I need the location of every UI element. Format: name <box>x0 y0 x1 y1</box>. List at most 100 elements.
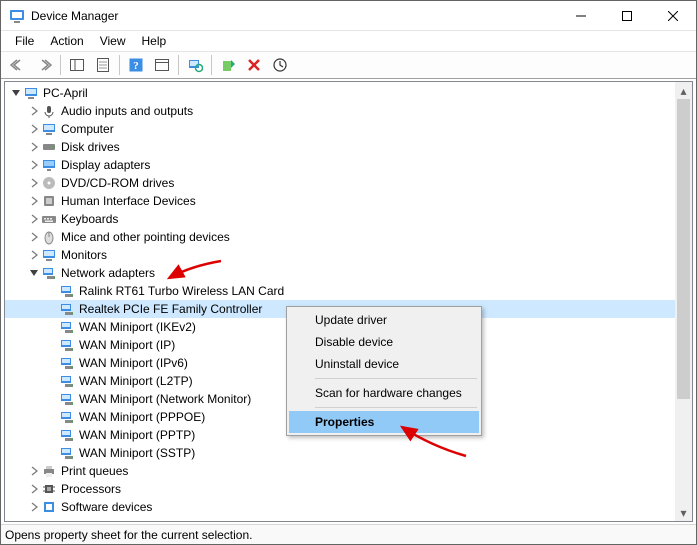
expand-icon[interactable] <box>27 160 41 170</box>
menu-action[interactable]: Action <box>42 32 91 50</box>
expand-icon[interactable] <box>27 502 41 512</box>
tree-category-label: Mice and other pointing devices <box>61 228 230 246</box>
computer-icon <box>23 85 39 101</box>
app-icon <box>9 8 25 24</box>
tree-device-label: WAN Miniport (PPPOE) <box>79 408 205 426</box>
tree-category[interactable]: Human Interface Devices <box>5 192 675 210</box>
minimize-button[interactable] <box>558 1 604 31</box>
ctx-separator <box>315 407 477 408</box>
tree-category[interactable]: Software devices <box>5 498 675 516</box>
scan-hardware-button[interactable] <box>183 53 207 77</box>
tree-device[interactable]: WAN Miniport (SSTP) <box>5 444 675 462</box>
collapse-icon[interactable] <box>27 268 41 278</box>
scrollbar-thumb[interactable] <box>677 99 690 399</box>
update-driver-button[interactable] <box>268 53 292 77</box>
titlebar: Device Manager <box>1 1 696 31</box>
tree-device-label: Realtek PCIe FE Family Controller <box>79 300 262 318</box>
tree-category[interactable]: DVD/CD-ROM drives <box>5 174 675 192</box>
tree-device-label: WAN Miniport (PPTP) <box>79 426 195 444</box>
tree-device-label: WAN Miniport (L2TP) <box>79 372 193 390</box>
expand-icon[interactable] <box>27 178 41 188</box>
tree-category-label: Monitors <box>61 246 107 264</box>
close-button[interactable] <box>650 1 696 31</box>
tree-category[interactable]: Computer <box>5 120 675 138</box>
maximize-button[interactable] <box>604 1 650 31</box>
tree-category[interactable]: Display adapters <box>5 156 675 174</box>
tree-category-label: Human Interface Devices <box>61 192 196 210</box>
network-icon <box>59 337 75 353</box>
statusbar: Opens property sheet for the current sel… <box>1 524 696 544</box>
properties-button[interactable] <box>91 53 115 77</box>
ctx-uninstall-device[interactable]: Uninstall device <box>289 353 479 375</box>
expand-icon[interactable] <box>27 232 41 242</box>
tree-category[interactable]: Print queues <box>5 462 675 480</box>
back-button[interactable] <box>6 53 30 77</box>
tree-device-label: WAN Miniport (IPv6) <box>79 354 188 372</box>
expand-icon[interactable] <box>27 484 41 494</box>
expand-icon[interactable] <box>27 124 41 134</box>
toolbar: ? <box>1 51 696 79</box>
tree-category[interactable]: Monitors <box>5 246 675 264</box>
tree-category-label: Network adapters <box>61 264 155 282</box>
enable-button[interactable] <box>216 53 240 77</box>
window-title: Device Manager <box>31 9 118 23</box>
ctx-label: Properties <box>315 415 374 429</box>
network-icon <box>59 301 75 317</box>
disk-icon <box>41 139 57 155</box>
expand-icon[interactable] <box>27 196 41 206</box>
ctx-update-driver[interactable]: Update driver <box>289 309 479 331</box>
context-menu: Update driver Disable device Uninstall d… <box>286 306 482 436</box>
display-icon <box>41 157 57 173</box>
network-icon <box>59 427 75 443</box>
expand-icon[interactable] <box>27 106 41 116</box>
audio-icon <box>41 103 57 119</box>
help-button[interactable]: ? <box>124 53 148 77</box>
tree-category-label: Print queues <box>61 462 128 480</box>
vertical-scrollbar[interactable]: ▴ ▾ <box>675 82 692 521</box>
show-hide-tree-button[interactable] <box>65 53 89 77</box>
tree-category[interactable]: Audio inputs and outputs <box>5 102 675 120</box>
network-icon <box>59 391 75 407</box>
ctx-label: Disable device <box>315 335 393 349</box>
tree-category-label: DVD/CD-ROM drives <box>61 174 174 192</box>
tree-device-label: Ralink RT61 Turbo Wireless LAN Card <box>79 282 284 300</box>
ctx-label: Update driver <box>315 313 387 327</box>
forward-button[interactable] <box>32 53 56 77</box>
tree-device-label: WAN Miniport (IKEv2) <box>79 318 196 336</box>
expand-icon[interactable] <box>27 214 41 224</box>
tree-category[interactable]: Network adapters <box>5 264 675 282</box>
tree-device[interactable]: Ralink RT61 Turbo Wireless LAN Card <box>5 282 675 300</box>
tree-category[interactable]: Mice and other pointing devices <box>5 228 675 246</box>
uninstall-button[interactable] <box>242 53 266 77</box>
mouse-icon <box>41 229 57 245</box>
svg-text:?: ? <box>133 60 139 72</box>
expand-icon[interactable] <box>27 142 41 152</box>
menu-help[interactable]: Help <box>134 32 175 50</box>
computer-icon <box>41 121 57 137</box>
tree-category[interactable]: Keyboards <box>5 210 675 228</box>
actions-button[interactable] <box>150 53 174 77</box>
expand-icon[interactable] <box>27 250 41 260</box>
ctx-label: Uninstall device <box>315 357 399 371</box>
tree-category-label: Software devices <box>61 498 152 516</box>
tree-category-label: Disk drives <box>61 138 120 156</box>
scroll-down-icon[interactable]: ▾ <box>675 504 692 521</box>
network-icon <box>59 409 75 425</box>
scroll-up-icon[interactable]: ▴ <box>675 82 692 99</box>
device-tree-panel: PC-April Audio inputs and outputs Comput… <box>4 81 693 522</box>
menu-file[interactable]: File <box>7 32 42 50</box>
ctx-disable-device[interactable]: Disable device <box>289 331 479 353</box>
tree-category[interactable]: Processors <box>5 480 675 498</box>
expand-icon[interactable] <box>9 88 23 98</box>
tree-root[interactable]: PC-April <box>5 84 675 102</box>
toolbar-separator <box>119 55 120 75</box>
ctx-scan-hardware[interactable]: Scan for hardware changes <box>289 382 479 404</box>
cpu-icon <box>41 481 57 497</box>
expand-icon[interactable] <box>27 466 41 476</box>
ctx-properties[interactable]: Properties <box>289 411 479 433</box>
dvd-icon <box>41 175 57 191</box>
menu-view[interactable]: View <box>92 32 134 50</box>
toolbar-separator <box>178 55 179 75</box>
tree-root-label: PC-April <box>43 84 88 102</box>
tree-category[interactable]: Disk drives <box>5 138 675 156</box>
